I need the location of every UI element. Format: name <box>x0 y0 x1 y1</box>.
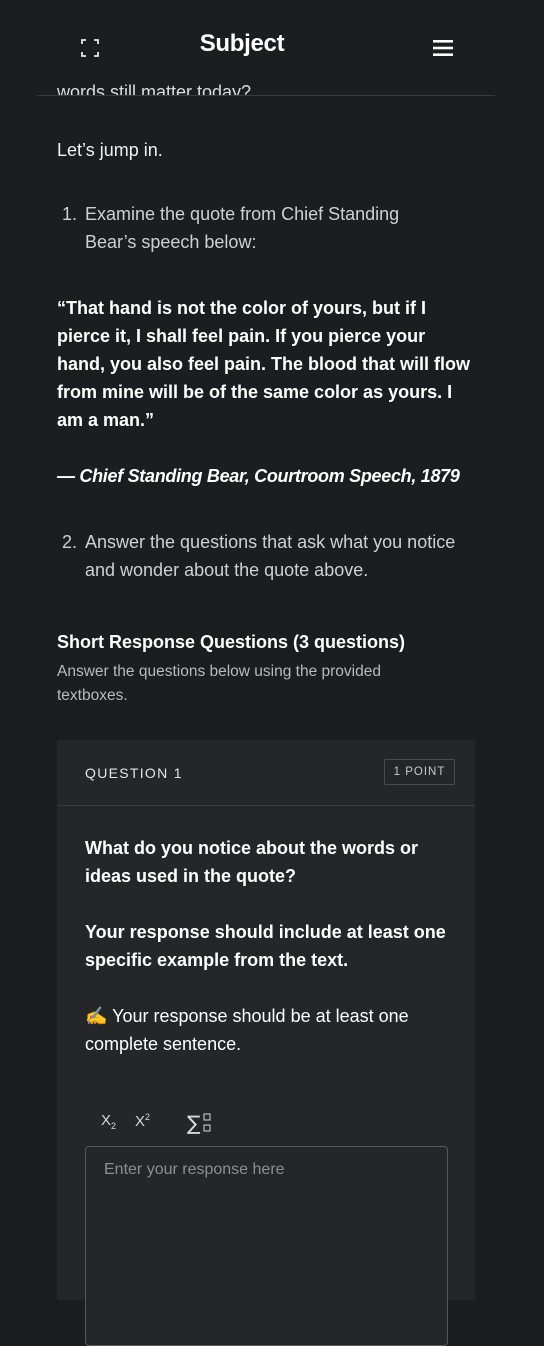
question-header: QUESTION 1 1 POINT <box>57 740 475 806</box>
subscript-button[interactable]: X2 <box>101 1112 116 1131</box>
superscript-mark: 2 <box>145 1112 151 1122</box>
points-badge: 1 POINT <box>384 759 455 785</box>
superscript-label: X <box>135 1113 146 1130</box>
subscript-label: X <box>101 1112 112 1129</box>
speech-quote: “That hand is not the color of yours, bu… <box>57 298 471 430</box>
question-note: ✍️ Your response should be at least one … <box>85 1002 455 1058</box>
list-item: 2. Answer the questions that ask what yo… <box>57 528 485 584</box>
question-note-text: Your response should be at least one com… <box>85 1006 409 1054</box>
writing-hand-icon: ✍️ <box>85 1006 108 1026</box>
section-title: Short Response Questions (3 questions) <box>57 632 406 652</box>
list-text: Examine the quote from Chief Standing Be… <box>85 204 400 252</box>
section-subtitle: Answer the questions below using the pro… <box>57 663 381 704</box>
lesson-content: Let’s jump in. 1. Examine the quote from… <box>57 136 487 708</box>
svg-text:∑: ∑ <box>187 1111 201 1135</box>
list-item: 1. Examine the quote from Chief Standing… <box>57 200 445 256</box>
instruction-list: 2. Answer the questions that ask what yo… <box>57 528 487 584</box>
scrolled-off-text: words still matter today? <box>57 82 252 96</box>
sigma-icon[interactable]: ∑ <box>187 1110 213 1136</box>
header-divider <box>37 95 495 96</box>
hamburger-menu-icon[interactable] <box>432 37 454 59</box>
subscript-mark: 2 <box>111 1121 117 1131</box>
question-requirement: Your response should include at least on… <box>85 922 446 970</box>
quote-citation: — Chief Standing Bear, Courtroom Speech,… <box>57 466 460 486</box>
list-text: Answer the questions that ask what you n… <box>85 532 456 580</box>
question-prompt: What do you notice about the words or id… <box>85 838 418 886</box>
intro-text: Let’s jump in. <box>57 140 163 160</box>
page-title: Subject <box>199 30 285 57</box>
list-number: 1. <box>62 204 78 224</box>
response-input[interactable] <box>85 1146 448 1346</box>
list-number: 2. <box>62 532 78 552</box>
question-card: QUESTION 1 1 POINT What do you notice ab… <box>57 740 475 1346</box>
question-body: What do you notice about the words or id… <box>85 834 455 1058</box>
superscript-button[interactable]: X2 <box>135 1112 150 1130</box>
question-label: QUESTION 1 <box>85 765 183 781</box>
instruction-list: 1. Examine the quote from Chief Standing… <box>57 200 487 256</box>
